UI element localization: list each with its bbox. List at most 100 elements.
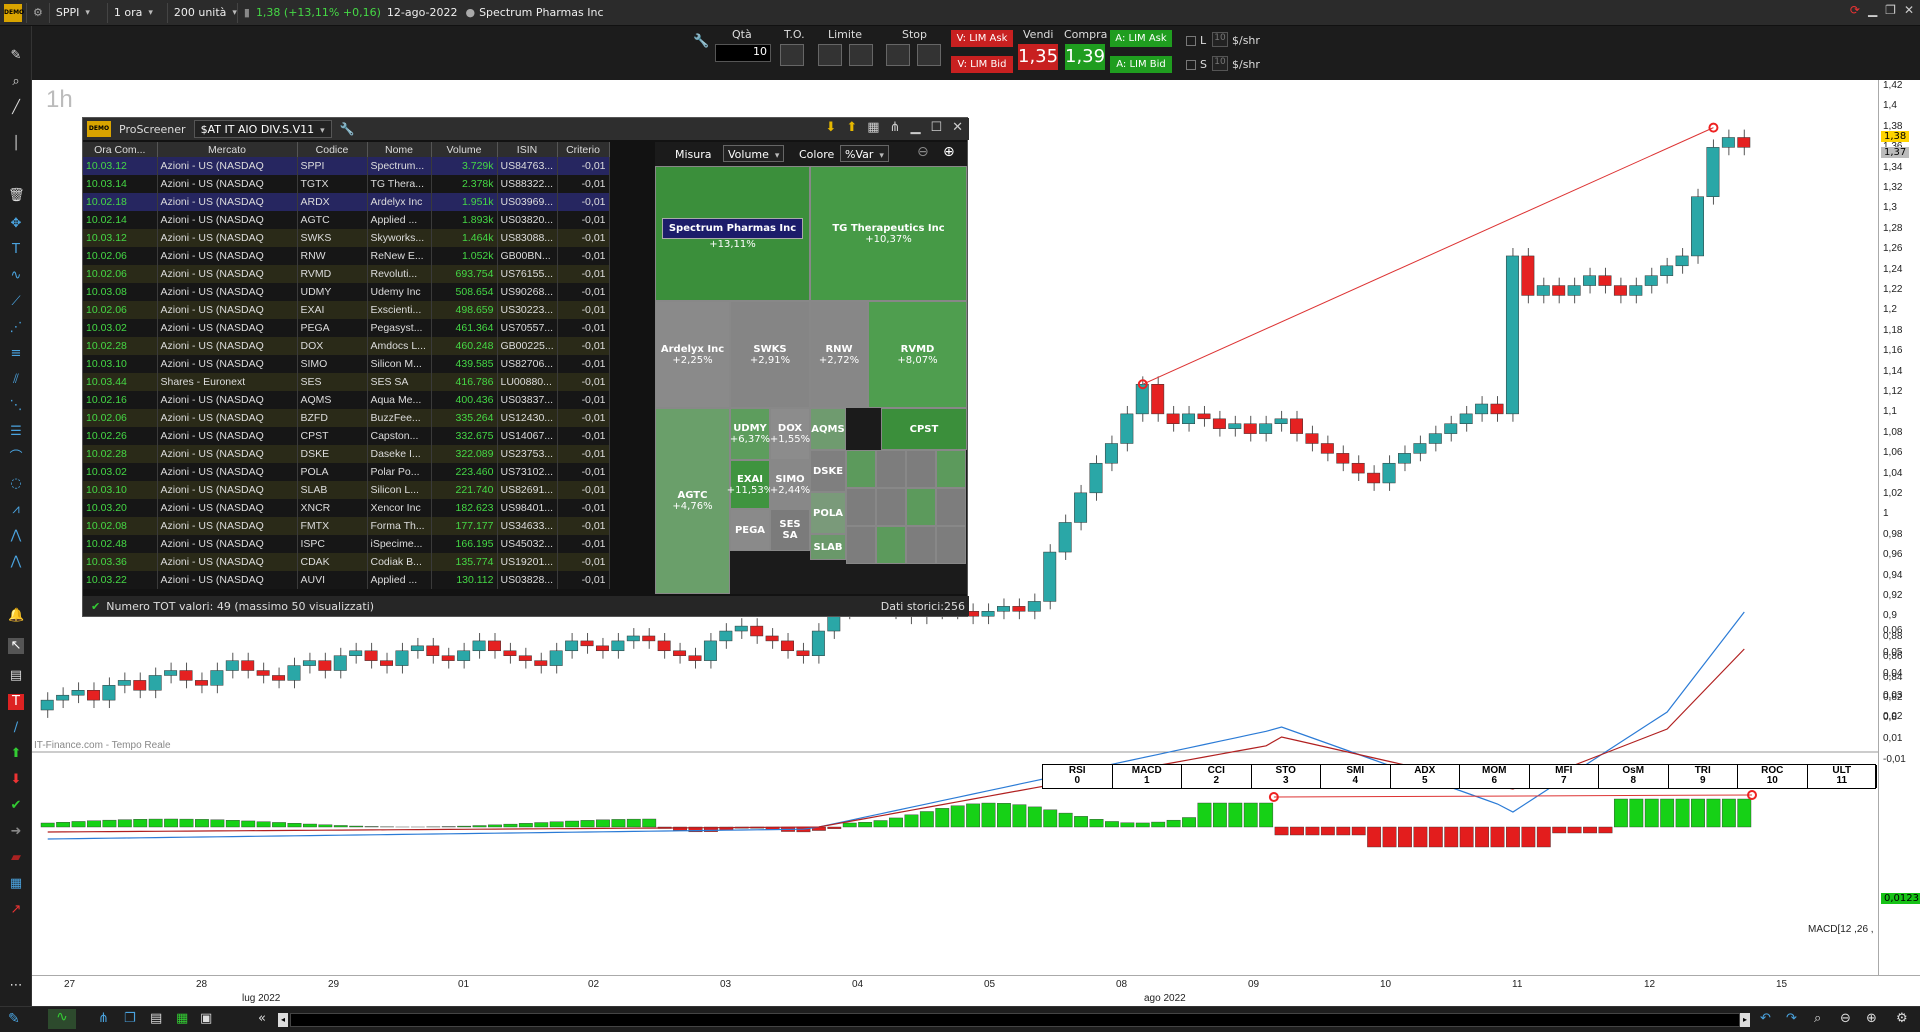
wave-icon[interactable]: ∿ (8, 268, 24, 284)
zoom-out-icon[interactable]: ⊖ (1840, 1011, 1851, 1026)
indicator-adx[interactable]: ADX 5 (1391, 765, 1460, 788)
text-icon[interactable]: T (8, 242, 24, 258)
indicator-ult[interactable]: ULT 11 (1808, 765, 1877, 788)
zoom-icon[interactable]: ⌕ (8, 74, 24, 90)
timeframe-select[interactable]: 1 ora (108, 2, 168, 23)
heatmap-cell[interactable]: SES SA (770, 509, 810, 551)
limite-button-2[interactable] (849, 44, 873, 66)
share-icon[interactable]: ⋔ (890, 120, 901, 135)
heatmap-small-cell[interactable] (906, 488, 936, 526)
pen-icon[interactable]: ✎ (8, 48, 24, 64)
zoom-fit-icon[interactable]: ⌕ (1814, 1011, 1821, 1026)
table-row[interactable]: 10.02.06 Azioni - US (NASDAQ RVMD Revoluti.… (83, 265, 610, 283)
indicator-roc[interactable]: ROC 10 (1738, 765, 1808, 788)
heatmap-cell[interactable]: RNW +2,72% (810, 301, 868, 408)
heatmap-cell[interactable]: RVMD +8,07% (868, 301, 967, 408)
table-row[interactable]: 10.03.08 Azioni - US (NASDAQ UDMY Udemy Inc… (83, 283, 610, 301)
ruler-icon[interactable]: ▤ (8, 668, 24, 684)
heatmap-small-cell[interactable] (846, 450, 876, 488)
heatmap-panel[interactable]: Misura Volume Colore %Var ⊖ ⊕ Spectrum P… (655, 142, 967, 594)
table-row[interactable]: 10.03.22 Azioni - US (NASDAQ AUVI Applied .… (83, 571, 610, 589)
table-row[interactable]: 10.02.26 Azioni - US (NASDAQ CPST Capston..… (83, 427, 610, 445)
heatmap-cell[interactable]: CPST (881, 408, 967, 450)
column-header[interactable]: Codice (297, 142, 368, 157)
table-row[interactable]: 10.03.12 Azioni - US (NASDAQ SPPI Spectrum.… (83, 157, 610, 175)
scroll-right[interactable]: ▸ (1740, 1013, 1750, 1027)
heatmap-cell[interactable]: DSKE (810, 450, 846, 492)
apple-icon[interactable]: ⚙ (27, 2, 50, 23)
heatmap[interactable]: Spectrum Pharmas Inc +13,11% TG Therapeuti… (655, 166, 967, 594)
layout-icon[interactable]: ▦ (867, 120, 879, 135)
indicator-cci[interactable]: CCI 2 (1182, 765, 1252, 788)
misura-select[interactable]: Volume (723, 145, 785, 162)
heatmap-small-cell[interactable] (906, 450, 936, 488)
heatmap-small-cell[interactable] (876, 526, 906, 564)
right-arrow-icon[interactable]: ➜ (8, 824, 24, 840)
download-icon[interactable]: ⬇ (825, 120, 836, 135)
heatmap-small-cell[interactable] (906, 526, 936, 564)
eraser-icon[interactable]: ▰ (8, 850, 24, 866)
cursor-icon[interactable]: ↖ (8, 638, 24, 654)
sync-icon[interactable]: ⟳ (1850, 3, 1860, 17)
price-axis[interactable]: 1,421,41,381,361,341,321,31,281,261,241,… (1878, 80, 1920, 975)
results-table[interactable]: Ora Com... Mercato Codice Nome Volume ISIN Cri… (83, 142, 653, 594)
heatmap-cell[interactable]: SIMO +2,44% (770, 460, 810, 509)
scrollbar[interactable] (290, 1013, 1740, 1027)
table-row[interactable]: 10.03.10 Azioni - US (NASDAQ SLAB Silicon L… (83, 481, 610, 499)
window-icon[interactable]: ❐ (124, 1011, 136, 1026)
upload-icon[interactable]: ⬆ (846, 120, 857, 135)
proscreener-header[interactable]: DEMO ProScreener $AT IT AIO DIV.S.V11 🔧 … (83, 118, 969, 140)
stop-button-2[interactable] (917, 44, 941, 66)
table-row[interactable]: 10.02.16 Azioni - US (NASDAQ AQMS Aqua Me..… (83, 391, 610, 409)
fib-icon[interactable]: ≡ (8, 346, 24, 362)
table-row[interactable]: 10.03.10 Azioni - US (NASDAQ SIMO Silicon M… (83, 355, 610, 373)
a-lim-ask-button[interactable]: A: LIM Ask (1110, 30, 1172, 47)
indicator-mfi[interactable]: MFI 7 (1530, 765, 1599, 788)
brush-icon[interactable]: ∕ (8, 720, 24, 736)
buy-price-button[interactable]: 1,39 (1065, 44, 1105, 70)
pattern-icon[interactable]: ⋀ (8, 554, 24, 570)
vline-icon[interactable]: │ (8, 136, 24, 152)
qta-input[interactable]: 10 (715, 44, 771, 62)
table-row[interactable]: 10.03.02 Azioni - US (NASDAQ PEGA Pegasyst.… (83, 319, 610, 337)
column-header[interactable]: ISIN (497, 142, 558, 157)
s-input[interactable]: 10 (1212, 56, 1228, 71)
table-row[interactable]: 10.03.36 Azioni - US (NASDAQ CDAK Codiak B.… (83, 553, 610, 571)
gann-icon[interactable]: ⋱ (8, 398, 24, 414)
scroll-left[interactable]: ◂ (278, 1013, 288, 1027)
column-header[interactable]: Volume (431, 142, 498, 157)
heatmap-cell[interactable]: AGTC +4,76% (655, 408, 730, 594)
share-icon[interactable]: ⋔ (98, 1011, 109, 1026)
table-row[interactable]: 10.03.20 Azioni - US (NASDAQ XNCR Xencor In… (83, 499, 610, 517)
heatmap-cell[interactable]: SLAB (810, 534, 846, 560)
stop-button-1[interactable] (886, 44, 910, 66)
v-lim-bid-button[interactable]: V: LIM Bid (951, 56, 1013, 73)
column-header[interactable]: Mercato (157, 142, 298, 157)
screen-select[interactable]: $AT IT AIO DIV.S.V11 (193, 120, 332, 138)
close-icon[interactable]: ✕ (952, 120, 963, 135)
list-icon[interactable]: ▤ (150, 1011, 162, 1026)
down-arrow-icon[interactable]: ⬇ (8, 772, 24, 788)
rewind-icon[interactable]: « (258, 1011, 266, 1026)
indicator-sto[interactable]: STO 3 (1252, 765, 1321, 788)
table-row[interactable]: 10.02.14 Azioni - US (NASDAQ AGTC Applied .… (83, 211, 610, 229)
column-header[interactable]: Ora Com... (83, 142, 158, 157)
indicator-mom[interactable]: MOM 6 (1460, 765, 1530, 788)
settings-icon[interactable]: ⚙ (1896, 1011, 1908, 1026)
table-row[interactable]: 10.03.12 Azioni - US (NASDAQ SWKS Skyworks.… (83, 229, 610, 247)
s-checkbox[interactable] (1186, 60, 1196, 70)
arc-icon[interactable]: ⌒ (8, 450, 24, 466)
indicator-tri[interactable]: TRI 9 (1669, 765, 1738, 788)
minimize-icon[interactable]: ▁ (1868, 3, 1877, 17)
table-row[interactable]: 10.03.44 Shares - Euronext SES SES SA 416.78… (83, 373, 610, 391)
heatmap-cell[interactable]: Spectrum Pharmas Inc +13,11% (655, 166, 810, 301)
up-arrow-icon[interactable]: ⬆ (8, 746, 24, 762)
heatmap-small-cell[interactable] (936, 488, 966, 526)
table-row[interactable]: 10.02.06 Azioni - US (NASDAQ RNW ReNew E...… (83, 247, 610, 265)
trash-icon[interactable]: 🗑 (8, 188, 25, 204)
heatmap-cell[interactable]: Ardelyx Inc +2,25% (655, 301, 730, 408)
column-header[interactable]: Criterio (557, 142, 610, 157)
minimize-icon[interactable]: ▁ (910, 120, 920, 135)
heatmap-cell[interactable]: PEGA (730, 509, 770, 551)
screener-icon[interactable]: ▣ (200, 1011, 212, 1026)
